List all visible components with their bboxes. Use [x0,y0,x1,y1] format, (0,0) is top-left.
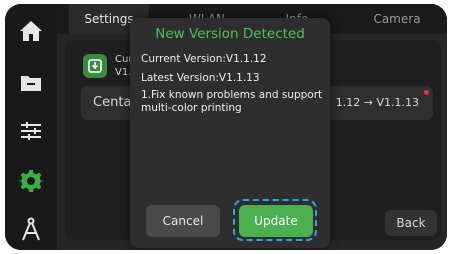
home-icon[interactable] [18,18,44,44]
update-dialog: New Version Detected Current Version:V1.… [130,18,330,248]
latest-version-text: Latest Version:V1.1.13 [141,72,260,84]
firmware-current-version: V1. [115,67,132,78]
tab-camera[interactable]: Camera [357,4,437,34]
release-notes: 1.Fix known problems and support multi-c… [141,89,323,114]
folder-icon[interactable] [18,70,44,96]
cancel-button[interactable]: Cancel [146,205,220,237]
compass-tool-icon[interactable] [18,216,44,242]
dialog-title: New Version Detected [155,26,305,42]
firmware-icon [83,54,107,78]
version-change: 1.12 → V1.1.13 [335,96,419,109]
printer-screen: Settings WLAN Info Camera Cur V1. Centau… [5,4,447,250]
current-version-text: Current Version:V1.1.12 [141,53,267,65]
update-badge-dot [424,90,429,95]
update-button[interactable]: Update [239,205,313,237]
back-button[interactable]: Back [385,210,437,236]
sliders-icon[interactable] [18,118,44,144]
sidebar [5,4,57,250]
gear-icon[interactable] [18,168,44,194]
